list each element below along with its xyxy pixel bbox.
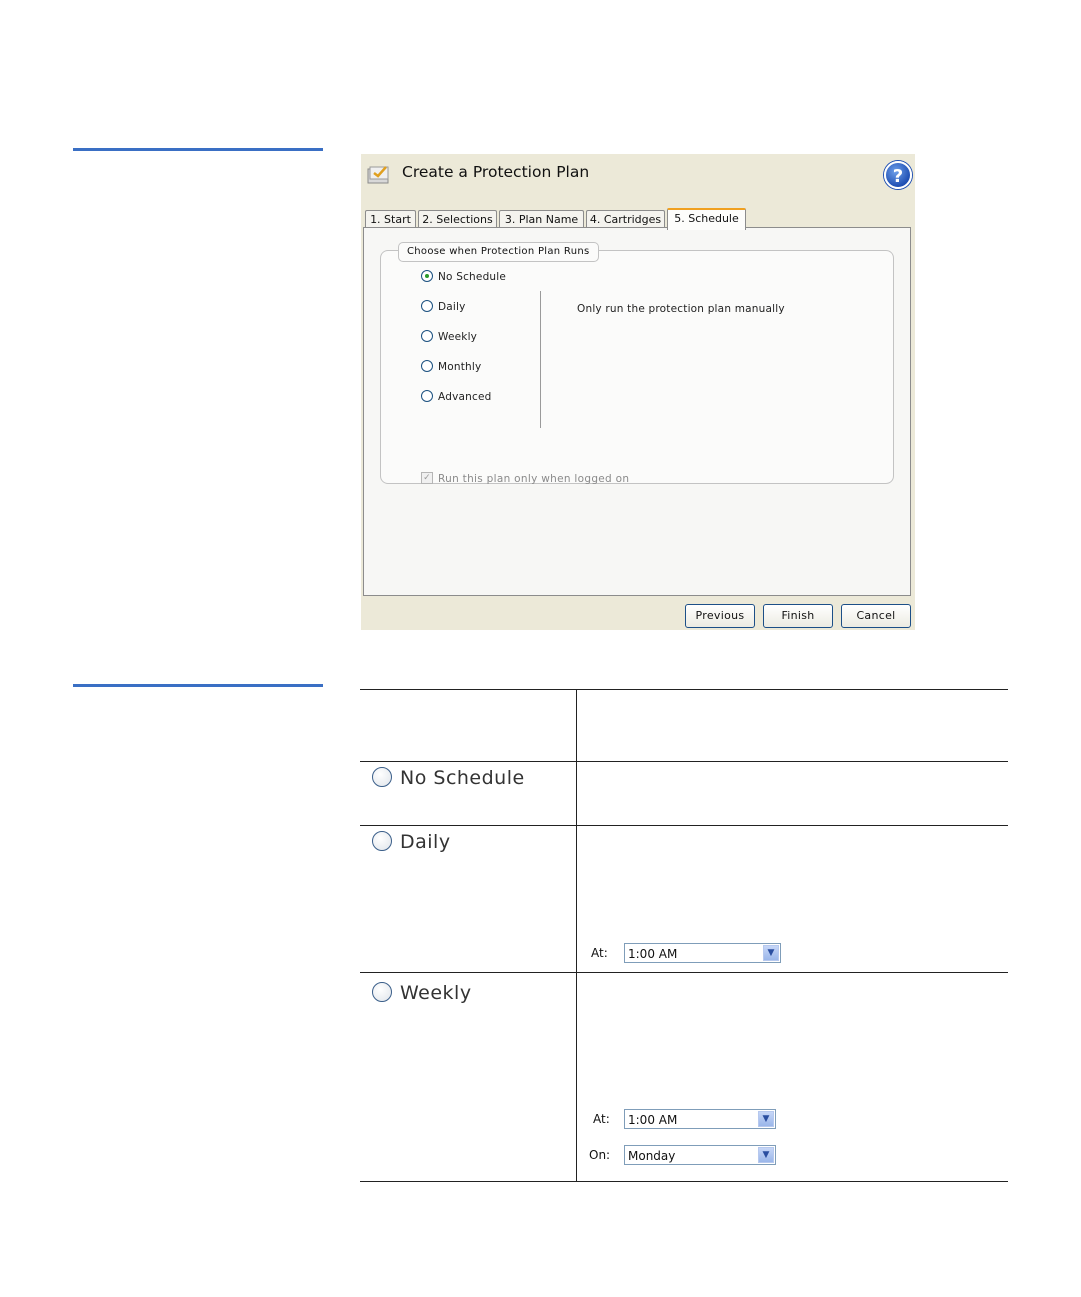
radio-no-schedule[interactable]: No Schedule [421, 269, 506, 285]
tab-plan-name[interactable]: 3. Plan Name [499, 210, 584, 228]
radio-weekly[interactable]: Weekly [421, 329, 477, 345]
select-value: 1:00 AM [628, 1113, 678, 1127]
radio-icon[interactable] [421, 390, 433, 402]
option-label: No Schedule [400, 767, 525, 789]
tab-selections[interactable]: 2. Selections [418, 210, 497, 228]
weekly-day-select[interactable]: Monday ▼ [624, 1145, 776, 1165]
help-icon[interactable]: ? [884, 161, 912, 189]
weekly-time-select[interactable]: 1:00 AM ▼ [624, 1109, 776, 1129]
finish-button[interactable]: Finish [763, 604, 833, 628]
schedule-panel: No Schedule Daily Weekly Monthly Advance… [363, 227, 911, 596]
weekly-at-label: At: [593, 1112, 610, 1126]
select-value: 1:00 AM [628, 947, 678, 961]
checkbox-checked-icon[interactable]: ✓ [421, 472, 433, 484]
section-rule-top [73, 148, 323, 151]
radio-icon [372, 830, 392, 851]
tab-start[interactable]: 1. Start [365, 210, 416, 228]
schedule-description: Only run the protection plan manually [577, 303, 785, 315]
tab-schedule[interactable]: 5. Schedule [667, 208, 746, 230]
table-column-divider [576, 689, 577, 1182]
weekly-on-label: On: [589, 1148, 611, 1162]
chevron-down-icon[interactable]: ▼ [763, 945, 779, 961]
schedule-options-table: No Schedule Daily At: 1:00 AM ▼ Weekly A… [360, 689, 1008, 1182]
previous-button[interactable]: Previous [685, 604, 755, 628]
radio-advanced[interactable]: Advanced [421, 389, 491, 405]
radio-label: Daily [438, 301, 466, 313]
option-label: Daily [400, 831, 451, 853]
radio-label: Weekly [438, 331, 478, 343]
dialog-header: Create a Protection Plan ? [361, 154, 915, 204]
daily-at-label: At: [591, 946, 608, 960]
radio-icon[interactable] [421, 360, 433, 372]
table-row-divider [360, 761, 1008, 762]
radio-icon[interactable] [421, 330, 433, 342]
create-protection-plan-dialog: Create a Protection Plan ? 1. Start 2. S… [361, 154, 915, 630]
dialog-title: Create a Protection Plan [402, 163, 590, 181]
chevron-down-icon[interactable]: ▼ [758, 1147, 774, 1163]
radio-icon[interactable] [421, 300, 433, 312]
tab-cartridges[interactable]: 4. Cartridges [586, 210, 665, 228]
daily-time-select[interactable]: 1:00 AM ▼ [624, 943, 781, 963]
table-top-border [360, 689, 1008, 690]
section-rule-bottom [73, 684, 323, 687]
logon-checkbox-label: Run this plan only when logged on [438, 473, 630, 485]
groupbox-title: Choose when Protection Plan Runs [398, 242, 599, 262]
radio-label: No Schedule [438, 271, 507, 283]
protection-plan-icon [367, 166, 389, 184]
logon-checkbox-row[interactable]: ✓ Run this plan only when logged on [421, 472, 630, 485]
chevron-down-icon[interactable]: ▼ [758, 1111, 774, 1127]
radio-daily[interactable]: Daily [421, 299, 466, 315]
radio-icon [372, 766, 392, 787]
table-row-divider [360, 825, 1008, 826]
radio-label: Advanced [438, 391, 492, 403]
table-bottom-border [360, 1181, 1008, 1182]
table-row-weekly: Weekly [372, 981, 472, 1004]
options-divider [540, 291, 541, 428]
radio-selected-icon[interactable] [421, 270, 433, 282]
radio-label: Monthly [438, 361, 482, 373]
cancel-button[interactable]: Cancel [841, 604, 911, 628]
table-row-divider [360, 972, 1008, 973]
table-row-daily: Daily [372, 830, 451, 853]
radio-icon [372, 981, 392, 1002]
table-row-no-schedule: No Schedule [372, 766, 525, 789]
schedule-groupbox: No Schedule Daily Weekly Monthly Advance… [380, 250, 894, 485]
option-label: Weekly [400, 982, 472, 1004]
select-value: Monday [628, 1149, 676, 1163]
radio-monthly[interactable]: Monthly [421, 359, 481, 375]
